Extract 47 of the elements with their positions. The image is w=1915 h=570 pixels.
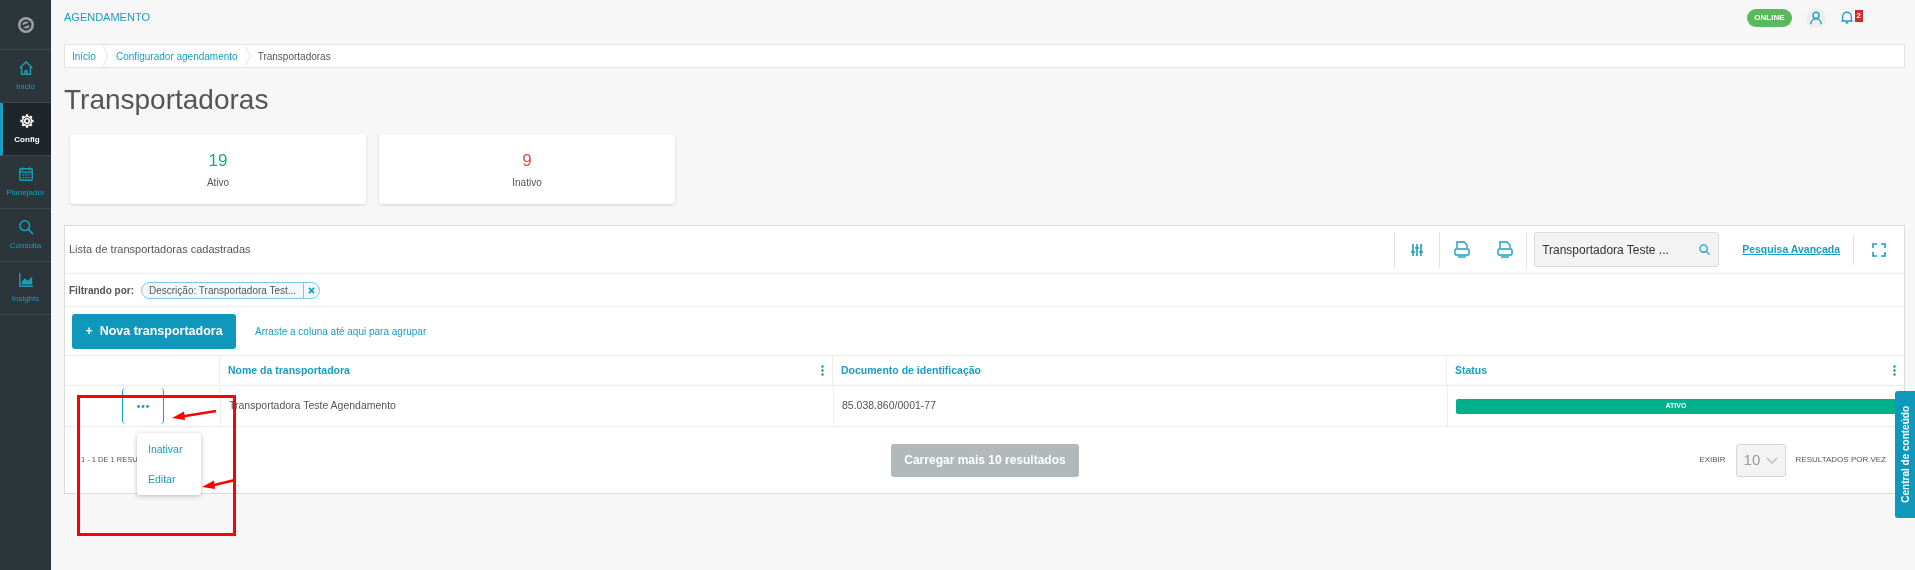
panel-title: Lista de transportadoras cadastradas: [69, 242, 252, 258]
bell-icon[interactable]: [1839, 10, 1854, 25]
count-value: 9: [522, 149, 532, 172]
sidebar-item[interactable]: Config: [0, 103, 51, 156]
filter-chip[interactable]: Descrição: Transportadora Test...: [141, 281, 321, 299]
group-hint: Arraste a coluna até aqui para agrupar: [255, 324, 427, 339]
table-cell: 85.038.860/0001-77: [842, 398, 936, 414]
kebab-menu-icon[interactable]: [821, 365, 824, 376]
menu-item[interactable]: Inativar: [137, 441, 201, 457]
breadcrumb-item: Transportadoras: [256, 49, 332, 64]
per-page-label: RESULTADOS POR VEZ: [1795, 454, 1886, 466]
count-label: Inativo: [512, 176, 542, 191]
logo-icon: [16, 15, 35, 34]
menu-item[interactable]: Editar: [137, 471, 201, 487]
search-icon: [17, 218, 34, 235]
more-icon: [136, 404, 149, 408]
count-label: Ativo: [206, 176, 230, 191]
column-header[interactable]: Nome da transportadora: [228, 362, 350, 379]
page-title: Transportadoras: [64, 83, 270, 117]
user-icon[interactable]: [1805, 7, 1826, 28]
close-icon[interactable]: [308, 286, 316, 294]
count-value: 19: [208, 149, 228, 172]
app-title: AGENDAMENTO: [64, 10, 150, 26]
notification-badge: 2: [1854, 10, 1863, 22]
new-carrier-button[interactable]: + Nova transportadora: [72, 313, 236, 349]
search-field[interactable]: Transportadora Teste ...: [1534, 232, 1720, 267]
arrow: [172, 408, 217, 422]
page-size-select[interactable]: 10: [1735, 443, 1786, 477]
column-header[interactable]: Documento de identificação: [841, 362, 982, 379]
home-icon: [17, 59, 34, 76]
column-header[interactable]: Status: [1455, 362, 1488, 379]
search-icon[interactable]: [1699, 244, 1711, 255]
chart-icon: [17, 271, 34, 288]
filter-label: Filtrando por:: [69, 283, 134, 298]
kebab-menu-icon[interactable]: [1893, 365, 1896, 376]
chevron-down-icon: [1765, 456, 1778, 464]
breadcrumb-item[interactable]: Início: [65, 48, 103, 64]
online-status: ONLINE: [1747, 8, 1792, 27]
advanced-search-link[interactable]: Pesquisa Avançada: [1742, 241, 1840, 258]
settings-icon: [19, 112, 35, 129]
content-center-tab[interactable]: Central de conteúdo: [1895, 391, 1915, 518]
column-settings-icon[interactable]: [1410, 242, 1425, 257]
fullscreen-icon[interactable]: [1872, 242, 1886, 257]
calendar-icon: [17, 165, 34, 182]
breadcrumb-item[interactable]: Configurador agendamento: [108, 48, 245, 64]
arrow: [202, 477, 236, 491]
show-label: EXIBIR: [1699, 454, 1726, 466]
